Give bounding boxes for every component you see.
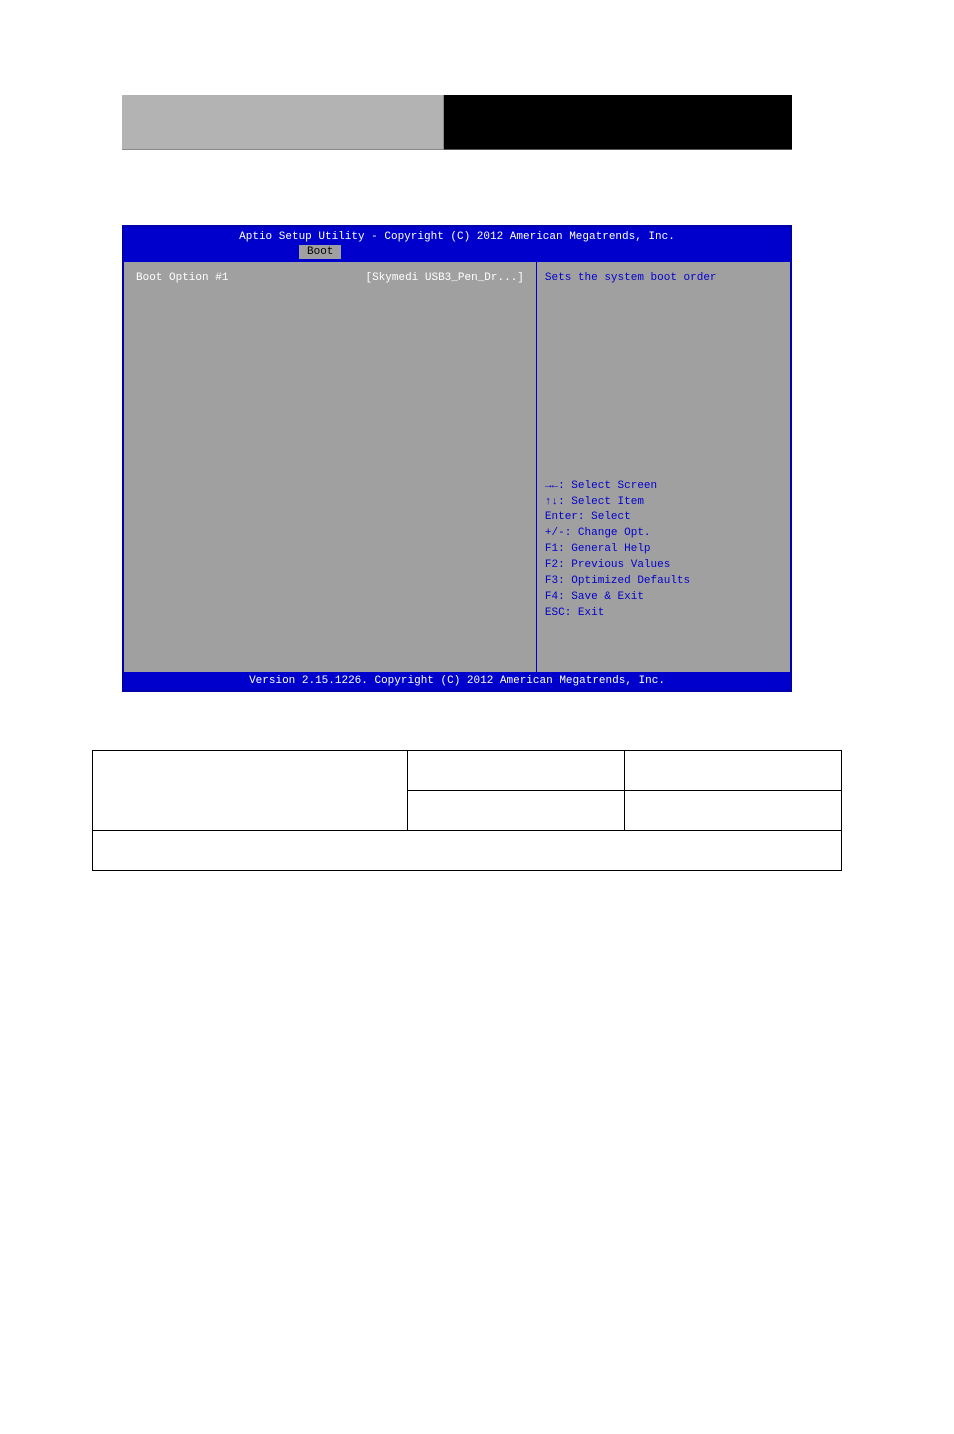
key-change-opt: +/-: Change Opt. [545,526,782,542]
bios-help-keys: →←: Select Screen ↑↓: Select Item Enter:… [545,479,782,622]
key-esc: ESC: Exit [545,606,782,622]
bios-body: Boot Option #1 [Skymedi USB3_Pen_Dr...] … [124,262,790,672]
table-row [93,831,842,871]
table-cell [407,791,624,831]
bios-window: Aptio Setup Utility - Copyright (C) 2012… [122,225,792,692]
bios-title-text: Aptio Setup Utility - Copyright (C) 2012… [239,231,675,243]
page-header-left-block [122,95,444,150]
bios-footer-text: Version 2.15.1226. Copyright (C) 2012 Am… [249,675,665,687]
key-select-screen: →←: Select Screen [545,479,782,495]
bios-tab-row: Boot [124,245,790,262]
key-f3: F3: Optimized Defaults [545,574,782,590]
table-cell [624,751,841,791]
key-select-item: ↑↓: Select Item [545,495,782,511]
bios-help-description: Sets the system boot order [545,272,782,284]
key-f4: F4: Save & Exit [545,590,782,606]
table-row [93,751,842,791]
table-cell [93,831,842,871]
key-f1: F1: General Help [545,542,782,558]
table-cell [624,791,841,831]
key-f2: F2: Previous Values [545,558,782,574]
page-header-bar [122,95,792,150]
boot-option-value[interactable]: [Skymedi USB3_Pen_Dr...] [365,272,523,284]
table-cell [407,751,624,791]
bios-main-panel: Boot Option #1 [Skymedi USB3_Pen_Dr...] [124,262,537,672]
key-enter: Enter: Select [545,510,782,526]
table-cell [93,751,408,831]
page-header-right-block [444,95,792,150]
bios-footer: Version 2.15.1226. Copyright (C) 2012 Am… [124,672,790,690]
tab-boot[interactable]: Boot [299,245,341,259]
boot-option-label: Boot Option #1 [136,272,228,284]
bios-side-panel: Sets the system boot order →←: Select Sc… [537,262,790,672]
boot-option-row[interactable]: Boot Option #1 [Skymedi USB3_Pen_Dr...] [136,272,524,284]
options-table [92,750,842,871]
bios-title-bar: Aptio Setup Utility - Copyright (C) 2012… [124,227,790,245]
